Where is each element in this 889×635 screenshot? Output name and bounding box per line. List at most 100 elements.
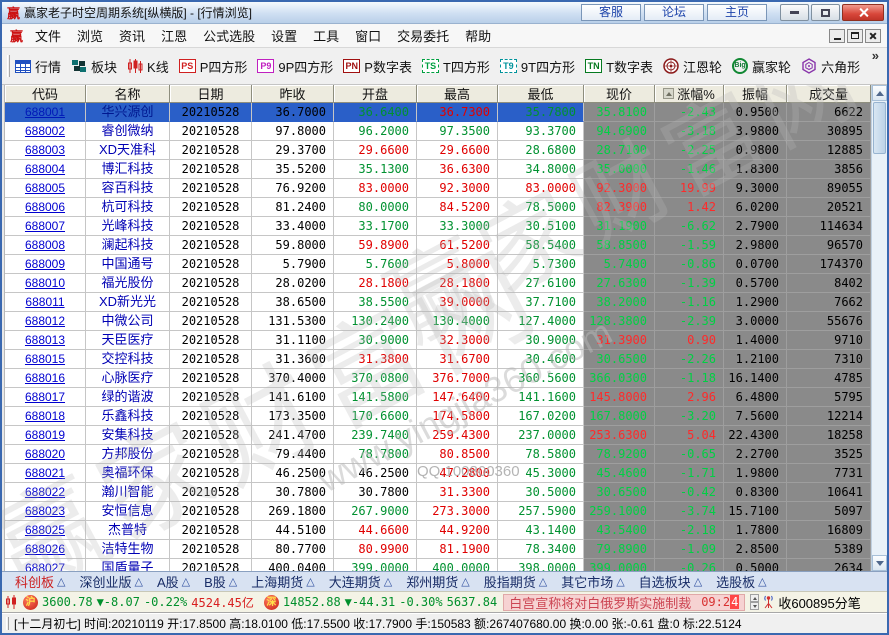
tab-market-8[interactable]: 其它市场△ — [554, 572, 631, 591]
cell-code[interactable]: 688003 — [5, 141, 86, 160]
toolbar-9p-square-button[interactable]: P9 9P四方形 — [257, 57, 333, 76]
stock-row[interactable]: 688015交控科技2021052831.360031.380031.67003… — [5, 350, 871, 369]
toolbar-hexagon-button[interactable]: 六角形 — [801, 57, 860, 76]
mdi-minimize-button[interactable] — [829, 29, 845, 43]
cell-code[interactable]: 688015 — [5, 350, 86, 369]
tab-market-2[interactable]: A股△ — [150, 572, 197, 591]
cell-code[interactable]: 688022 — [5, 483, 86, 502]
cell-code[interactable]: 688005 — [5, 179, 86, 198]
stock-row[interactable]: 688007光峰科技2021052833.400033.170033.30003… — [5, 217, 871, 236]
tab-market-7[interactable]: 股指期货△ — [477, 572, 554, 591]
stock-row[interactable]: 688004博汇科技2021052835.520035.130036.63003… — [5, 160, 871, 179]
menu-item-9[interactable]: 帮助 — [457, 24, 499, 47]
spinner-up-button[interactable] — [750, 594, 759, 602]
stock-row[interactable]: 688027国盾量子20210528400.0400399.0000400.00… — [5, 559, 871, 571]
cell-code[interactable]: 688021 — [5, 464, 86, 483]
tab-market-10[interactable]: 选股板△ — [709, 572, 773, 591]
spinner-down-button[interactable] — [750, 602, 759, 610]
toolbar-p-number-table-button[interactable]: PN P数字表 — [343, 57, 412, 76]
scrollbar-up-button[interactable] — [872, 85, 887, 101]
column-header-10[interactable]: 成交量 — [787, 85, 871, 103]
menu-item-3[interactable]: 江恩 — [153, 24, 195, 47]
cell-code[interactable]: 688002 — [5, 122, 86, 141]
toolbar-9t-square-button[interactable]: T9 9T四方形 — [500, 57, 575, 76]
scrollbar-down-button[interactable] — [872, 555, 887, 571]
stock-row[interactable]: 688023安恒信息20210528269.1800267.9000273.30… — [5, 502, 871, 521]
cell-code[interactable]: 688016 — [5, 369, 86, 388]
menu-item-6[interactable]: 工具 — [305, 24, 347, 47]
stock-row[interactable]: 688018乐鑫科技20210528173.3500170.6600174.58… — [5, 407, 871, 426]
minimize-button[interactable] — [780, 4, 809, 21]
cell-code[interactable]: 688011 — [5, 293, 86, 312]
column-header-7[interactable]: 现价 — [584, 85, 655, 103]
menu-item-1[interactable]: 浏览 — [69, 24, 111, 47]
cell-code[interactable]: 688023 — [5, 502, 86, 521]
news-ticker[interactable]: 白宫宣称将对白俄罗斯实施制裁 09:24 — [503, 594, 745, 611]
cell-code[interactable]: 688012 — [5, 312, 86, 331]
customer-service-button[interactable]: 客服 — [581, 4, 641, 21]
cell-code[interactable]: 688027 — [5, 559, 86, 571]
tab-market-1[interactable]: 深创业版△ — [72, 572, 149, 591]
cell-code[interactable]: 688025 — [5, 521, 86, 540]
toolbar-gann-wheel-button[interactable]: 江恩轮 — [663, 57, 722, 76]
menu-item-5[interactable]: 设置 — [263, 24, 305, 47]
toolbar-quotes-button[interactable]: 行情 — [15, 57, 61, 76]
menu-item-0[interactable]: 文件 — [27, 24, 69, 47]
cell-code[interactable]: 688008 — [5, 236, 86, 255]
cell-code[interactable]: 688026 — [5, 540, 86, 559]
toolbar-sectors-button[interactable]: 板块 — [71, 57, 117, 76]
toolbar-kline-button[interactable]: K线 — [127, 57, 169, 76]
menu-item-8[interactable]: 交易委托 — [389, 24, 457, 47]
stock-row[interactable]: 688025杰普特2021052844.510044.660044.920043… — [5, 521, 871, 540]
stock-row[interactable]: 688022瀚川智能2021052830.780030.780031.33003… — [5, 483, 871, 502]
scrollbar-thumb[interactable] — [873, 102, 886, 154]
stock-row[interactable]: 688017绿的谐波20210528141.6100141.5800147.64… — [5, 388, 871, 407]
vertical-scrollbar[interactable] — [871, 85, 887, 571]
cell-code[interactable]: 688013 — [5, 331, 86, 350]
mdi-restore-button[interactable] — [847, 29, 863, 43]
stock-row[interactable]: 688019安集科技20210528241.4700239.7400259.43… — [5, 426, 871, 445]
column-header-8[interactable]: 涨幅% — [655, 85, 724, 103]
toolbar-t-square-button[interactable]: TS T四方形 — [422, 57, 490, 76]
stock-row[interactable]: 688002睿创微纳2021052897.800096.200097.35009… — [5, 122, 871, 141]
stock-row[interactable]: 688009中国通号202105285.79005.76005.80005.73… — [5, 255, 871, 274]
column-header-3[interactable]: 昨收 — [252, 85, 334, 103]
stock-row[interactable]: 688008澜起科技2021052859.800059.890061.52005… — [5, 236, 871, 255]
stock-row[interactable]: 688003XD天准科2021052829.370029.660029.6600… — [5, 141, 871, 160]
close-button[interactable] — [842, 4, 884, 21]
cell-code[interactable]: 688001 — [5, 103, 86, 122]
toolbar-p-square-button[interactable]: PS P四方形 — [179, 57, 248, 76]
stock-row[interactable]: 688010福光股份2021052828.020028.180028.18002… — [5, 274, 871, 293]
cell-code[interactable]: 688020 — [5, 445, 86, 464]
column-header-0[interactable]: 代码 — [5, 85, 86, 103]
mdi-close-button[interactable] — [865, 29, 881, 43]
stock-row[interactable]: 688021奥福环保2021052846.250046.250047.28004… — [5, 464, 871, 483]
stock-row[interactable]: 688005容百科技2021052876.920083.000092.30008… — [5, 179, 871, 198]
stock-row[interactable]: 688016心脉医疗20210528370.4000370.0800376.70… — [5, 369, 871, 388]
tab-market-6[interactable]: 郑州期货△ — [399, 572, 476, 591]
stock-row[interactable]: 688001华兴源创2021052836.700036.640036.73003… — [5, 103, 871, 122]
tab-market-0[interactable]: 科创板△ — [8, 572, 72, 591]
toolbar-overflow-chevron[interactable]: » — [872, 48, 883, 63]
maximize-button[interactable] — [811, 4, 840, 21]
toolbar-winner-wheel-button[interactable]: Big 赢家轮 — [732, 57, 791, 76]
column-header-6[interactable]: 最低 — [498, 85, 584, 103]
column-header-2[interactable]: 日期 — [170, 85, 252, 103]
menu-item-2[interactable]: 资讯 — [111, 24, 153, 47]
stock-row[interactable]: 688006杭可科技2021052881.240080.000084.52007… — [5, 198, 871, 217]
cell-code[interactable]: 688019 — [5, 426, 86, 445]
column-header-5[interactable]: 最高 — [417, 85, 498, 103]
stock-row[interactable]: 688012中微公司20210528131.5300130.2400130.40… — [5, 312, 871, 331]
cell-code[interactable]: 688004 — [5, 160, 86, 179]
stock-row[interactable]: 688011XD新光光2021052838.650038.550039.0000… — [5, 293, 871, 312]
column-header-9[interactable]: 振幅 — [724, 85, 787, 103]
toolbar-t-number-table-button[interactable]: TN T数字表 — [585, 57, 653, 76]
cell-code[interactable]: 688007 — [5, 217, 86, 236]
tab-market-9[interactable]: 自选板块△ — [632, 572, 709, 591]
cell-code[interactable]: 688006 — [5, 198, 86, 217]
cell-code[interactable]: 688009 — [5, 255, 86, 274]
homepage-button[interactable]: 主页 — [707, 4, 767, 21]
stock-row[interactable]: 688020方邦股份2021052879.440078.780080.85007… — [5, 445, 871, 464]
tab-market-5[interactable]: 大连期货△ — [322, 572, 399, 591]
tab-market-3[interactable]: B股△ — [197, 572, 244, 591]
